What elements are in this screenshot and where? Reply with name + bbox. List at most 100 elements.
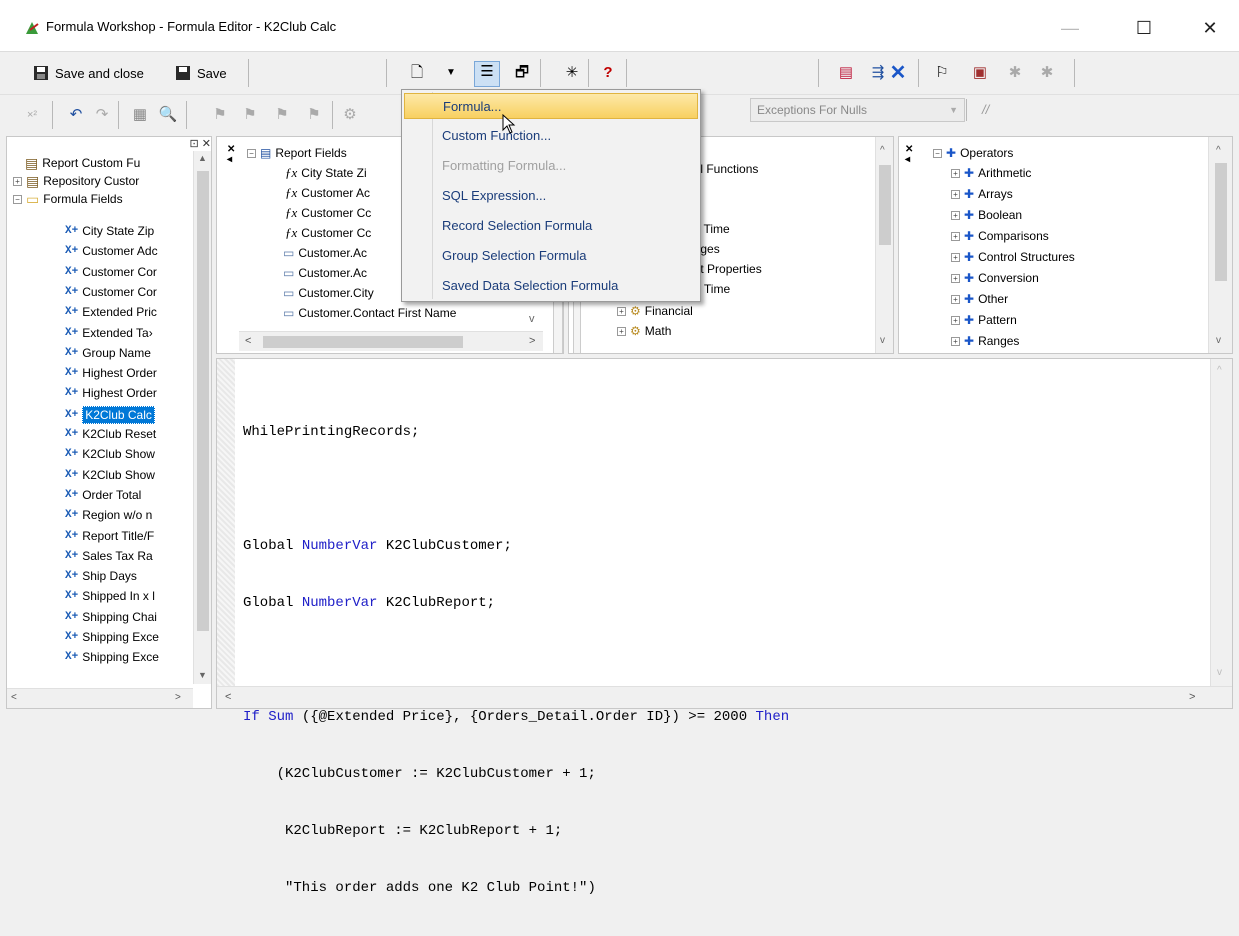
scroll-up-icon[interactable]: ^ bbox=[1217, 365, 1222, 376]
formula-item[interactable]: X+ Group Name bbox=[65, 345, 151, 361]
clear-bookmarks-icon[interactable]: ⚑ bbox=[304, 105, 324, 125]
scroll-left-icon[interactable]: < bbox=[245, 335, 251, 347]
field-item[interactable]: ƒx Customer Cc bbox=[285, 205, 371, 221]
formula-item[interactable]: X+ Customer Adc bbox=[65, 243, 158, 259]
expand-icon[interactable]: + bbox=[951, 210, 960, 220]
formula-item[interactable]: X+ Shipping Exce bbox=[65, 629, 159, 645]
expand-icon[interactable]: + bbox=[617, 326, 626, 336]
field-item[interactable]: ▭ Customer.Ac bbox=[283, 245, 367, 261]
horizontal-scrollbar[interactable]: < > bbox=[217, 686, 1232, 708]
formula-item[interactable]: X+ Ship Days bbox=[65, 568, 137, 584]
formula-item[interactable]: X+ City State Zip bbox=[65, 223, 154, 239]
horizontal-scrollbar[interactable]: < > bbox=[7, 688, 193, 708]
undo-icon[interactable]: ↶ bbox=[66, 105, 86, 125]
field-item[interactable]: ▭ Customer.City bbox=[283, 285, 374, 301]
formula-item[interactable]: X+ Highest Order bbox=[65, 365, 157, 381]
formula-item[interactable]: X+ Shipping Chai bbox=[65, 609, 157, 625]
operator-category[interactable]: + ✚ Comparisons bbox=[951, 228, 1049, 244]
expand-icon[interactable]: + bbox=[951, 168, 960, 178]
scroll-up-icon[interactable]: ▲ bbox=[198, 153, 207, 163]
find-icon[interactable]: ▣ bbox=[970, 63, 990, 83]
debug-step-icon[interactable]: ✱ bbox=[1037, 63, 1057, 83]
formula-item[interactable]: X+ Extended Ta› bbox=[65, 325, 153, 341]
pane-close-icon[interactable]: ✕ ◂ bbox=[905, 145, 913, 165]
tree-node[interactable]: ▤ Report Custom Fu bbox=[25, 155, 140, 171]
rename-icon[interactable]: ▤ bbox=[836, 63, 856, 83]
formula-editor[interactable]: WhilePrintingRecords; Global NumberVar K… bbox=[216, 358, 1233, 896]
scroll-up-icon[interactable]: ^ bbox=[1216, 145, 1221, 156]
properties-icon[interactable]: 🗗 bbox=[512, 63, 532, 83]
scroll-right-icon[interactable]: > bbox=[529, 335, 535, 347]
pane-close-icon[interactable]: ✕ ◂ bbox=[227, 145, 235, 165]
field-item[interactable]: ▭ Customer.Contact First Name bbox=[283, 305, 456, 321]
browse-icon[interactable]: ▦ bbox=[130, 105, 150, 125]
expand-icon[interactable]: + bbox=[617, 306, 626, 316]
operator-category[interactable]: + ✚ Control Structures bbox=[951, 249, 1075, 265]
field-item[interactable]: ▭ Customer.Ac bbox=[283, 265, 367, 281]
scroll-up-icon[interactable]: ^ bbox=[880, 145, 885, 156]
expand-icon[interactable]: + bbox=[951, 273, 960, 283]
formula-item[interactable]: X+ Region w/o n bbox=[65, 507, 152, 523]
scroll-down-icon[interactable]: ▼ bbox=[198, 670, 207, 680]
scroll-left-icon[interactable]: < bbox=[225, 691, 231, 703]
collapse-icon[interactable]: − bbox=[247, 148, 256, 158]
expand-icon[interactable]: + bbox=[951, 294, 960, 304]
formula-item[interactable]: X+ Highest Order bbox=[65, 385, 157, 401]
field-item[interactable]: ƒx City State Zi bbox=[285, 165, 367, 181]
find-replace-icon[interactable]: 🔍 bbox=[158, 105, 178, 125]
pane-close-icon[interactable]: ⊡ ✕ bbox=[175, 137, 212, 151]
formula-item[interactable]: X+ K2Club Show bbox=[65, 467, 155, 483]
scroll-down-icon[interactable]: v bbox=[1216, 335, 1221, 346]
scroll-left-icon[interactable]: < bbox=[11, 692, 17, 703]
menu-item[interactable]: Formula... bbox=[404, 93, 698, 119]
scroll-thumb[interactable] bbox=[263, 336, 463, 348]
expand-icon[interactable]: + bbox=[13, 176, 22, 186]
field-item[interactable]: ƒx Customer Ac bbox=[285, 185, 370, 201]
formula-item[interactable]: X+ Report Title/F bbox=[65, 528, 154, 544]
vertical-scrollbar[interactable]: ^ v bbox=[1210, 359, 1232, 686]
dropdown-arrow-icon[interactable]: ▼ bbox=[441, 63, 461, 83]
scroll-right-icon[interactable]: > bbox=[1189, 691, 1195, 703]
operator-category[interactable]: + ✚ Arithmetic bbox=[951, 165, 1031, 181]
formula-item[interactable]: X+ Sales Tax Ra bbox=[65, 548, 153, 564]
maximize-button[interactable]: ☐ bbox=[1121, 10, 1167, 46]
horizontal-scrollbar[interactable]: < > bbox=[239, 331, 543, 351]
formula-code[interactable]: WhilePrintingRecords; Global NumberVar K… bbox=[243, 385, 789, 936]
menu-item[interactable]: Record Selection Formula bbox=[404, 213, 698, 239]
menu-item[interactable]: Custom Function... bbox=[404, 123, 698, 149]
sort-icon[interactable]: ⚙ bbox=[340, 105, 360, 125]
menu-item[interactable]: Saved Data Selection Formula bbox=[404, 273, 698, 299]
function-category[interactable]: + ⚙ Math bbox=[617, 323, 671, 339]
save-and-close-button[interactable]: Save and close bbox=[28, 61, 148, 85]
formula-item[interactable]: X+ Customer Cor bbox=[65, 284, 157, 300]
redo-icon[interactable]: ↷ bbox=[92, 105, 112, 125]
tree-node[interactable]: − ▭ Formula Fields bbox=[13, 191, 123, 207]
scroll-down-icon[interactable]: v bbox=[1217, 667, 1222, 678]
formula-item[interactable]: X+ Shipping Exce bbox=[65, 649, 159, 665]
help-icon[interactable]: ? bbox=[598, 63, 618, 83]
expand-icon[interactable]: + bbox=[951, 231, 960, 241]
formula-item[interactable]: X+ K2Club Reset bbox=[65, 426, 156, 442]
save-button[interactable]: Save bbox=[170, 61, 231, 85]
formula-item[interactable]: X+ Extended Pric bbox=[65, 304, 157, 320]
operator-category[interactable]: + ✚ Pattern bbox=[951, 312, 1017, 328]
close-button[interactable]: ✕ bbox=[1187, 10, 1233, 46]
scroll-thumb[interactable] bbox=[1215, 163, 1227, 281]
prev-bookmark-icon[interactable]: ⚑ bbox=[272, 105, 292, 125]
formula-item[interactable]: X+ Shipped In x l bbox=[65, 588, 155, 604]
bookmark-toggle-icon[interactable]: ⚑ bbox=[210, 105, 230, 125]
collapse-icon[interactable]: − bbox=[933, 148, 942, 158]
scroll-thumb[interactable] bbox=[879, 165, 891, 245]
scroll-right-icon[interactable]: > bbox=[175, 692, 181, 703]
expand-icon[interactable]: + bbox=[951, 252, 960, 262]
toggle-tree-icon[interactable]: ☰ bbox=[474, 61, 500, 87]
formula-item[interactable]: X+ Order Total bbox=[65, 487, 141, 503]
operator-category[interactable]: + ✚ Ranges bbox=[951, 333, 1019, 349]
formula-item[interactable]: X+ Customer Cor bbox=[65, 264, 157, 280]
next-bookmark-icon[interactable]: ⚑ bbox=[240, 105, 260, 125]
superscript-icon[interactable]: ×² bbox=[22, 105, 42, 125]
formula-item[interactable]: X+ K2Club Calc bbox=[65, 405, 155, 424]
expand-icon[interactable]: + bbox=[951, 315, 960, 325]
null-handling-combo[interactable]: Exceptions For Nulls ▼ bbox=[750, 98, 965, 122]
tree-node[interactable]: − ▤ Report Fields bbox=[247, 145, 347, 161]
